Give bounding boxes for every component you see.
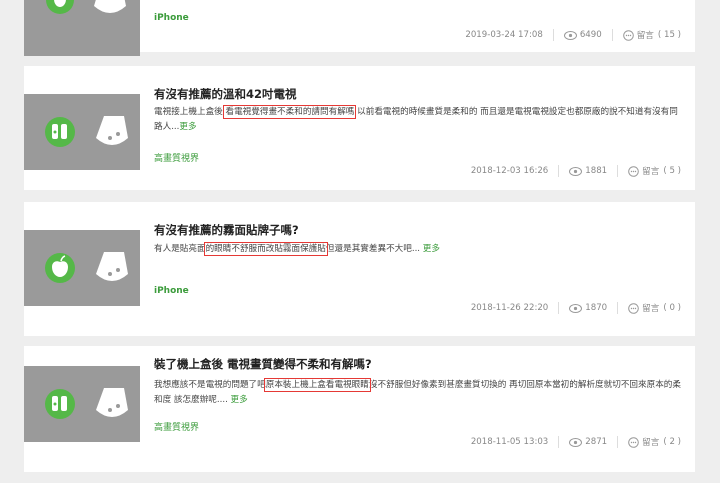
comment-bubble-icon xyxy=(622,29,634,41)
post-meta: 2019-03-24 17:08 6490 留言 ( 15 ) xyxy=(465,29,681,41)
more-link[interactable]: 更多 xyxy=(423,244,440,254)
post-category[interactable]: iPhone xyxy=(154,286,189,296)
display-icon xyxy=(45,116,128,147)
post-thumbnail[interactable] xyxy=(24,230,140,306)
excerpt-text: 但還是其實差異不大吧... xyxy=(325,244,423,254)
post-excerpt: 電視接上機上盒後 看電視覺得畫不柔和的請問有解嗎 以前看電視的時候畫質是柔和的 … xyxy=(154,105,682,135)
apple-icon xyxy=(45,252,128,283)
post-excerpt: 我想應該不是電視的問題了吧原本裝上機上盒看電視眼睛沒不舒服但好像素到甚麼畫質切換… xyxy=(154,378,682,408)
post-thumbnail[interactable] xyxy=(24,94,140,170)
comment-count[interactable]: ( 15 ) xyxy=(658,30,681,40)
comment-count[interactable]: ( 0 ) xyxy=(663,303,681,313)
comment-label[interactable]: 留言 xyxy=(642,436,659,448)
eye-icon xyxy=(569,303,583,313)
post-card[interactable]: 有沒有推薦的霧面貼牌子嗎? 有人是貼亮面的眼睛不舒服而改貼霧面保護貼但還是其實差… xyxy=(24,202,695,336)
comment-bubble-icon xyxy=(628,165,639,177)
post-thumbnail[interactable] xyxy=(24,366,140,442)
divider xyxy=(617,436,619,448)
comment-label[interactable]: 留言 xyxy=(642,302,659,314)
comment-bubble-icon xyxy=(628,436,639,448)
post-date: 2019-03-24 17:08 xyxy=(465,30,543,40)
post-title[interactable]: 有沒有推薦的溫和42吋電視 xyxy=(154,86,297,102)
eye-icon xyxy=(569,166,583,176)
eye-icon xyxy=(563,30,577,40)
post-date: 2018-11-05 13:03 xyxy=(470,437,549,447)
excerpt-text: 電視接上機上盒後 xyxy=(154,107,226,117)
comment-count[interactable]: ( 5 ) xyxy=(663,166,681,176)
apple-icon xyxy=(46,0,126,14)
post-category[interactable]: 高畫質視界 xyxy=(154,151,199,164)
post-card[interactable]: 裝了機上盒後 電視畫質變得不柔和有解嗎? 我想應該不是電視的問題了吧原本裝上機上… xyxy=(24,346,695,472)
excerpt-text: 我想應該不是電視的問題了吧 xyxy=(154,380,266,390)
divider xyxy=(611,29,613,41)
view-count: 1870 xyxy=(585,303,608,313)
eye-icon xyxy=(569,437,583,447)
comment-label[interactable]: 留言 xyxy=(642,165,659,177)
post-category[interactable]: 高畫質視界 xyxy=(154,420,199,433)
post-card[interactable]: 有沒有推薦的溫和42吋電視 電視接上機上盒後 看電視覺得畫不柔和的請問有解嗎 以… xyxy=(24,66,695,190)
highlighted-text: 的眼睛不舒服而改貼霧面保護貼 xyxy=(203,242,328,256)
post-title[interactable]: 有沒有推薦的霧面貼牌子嗎? xyxy=(154,222,299,238)
post-meta: 2018-11-05 13:03 2871 留言 ( 2 ) xyxy=(471,436,681,448)
post-category[interactable]: iPhone xyxy=(154,13,189,23)
divider xyxy=(617,302,619,314)
excerpt-text: 有人是貼亮面 xyxy=(154,244,206,254)
view-count: 6490 xyxy=(579,30,602,40)
comment-count[interactable]: ( 2 ) xyxy=(663,437,681,447)
divider xyxy=(558,436,560,448)
divider xyxy=(552,29,554,41)
post-excerpt: 有人是貼亮面的眼睛不舒服而改貼霧面保護貼但還是其實差異不大吧... 更多 xyxy=(154,242,682,257)
post-thumbnail[interactable] xyxy=(24,0,140,56)
post-date: 2018-11-26 22:20 xyxy=(470,303,549,313)
comment-label[interactable]: 留言 xyxy=(637,29,654,41)
comment-bubble-icon xyxy=(628,302,639,314)
highlighted-text: 原本裝上機上盒看電視眼睛 xyxy=(263,378,371,392)
highlighted-text: 看電視覺得畫不柔和的請問有解嗎 xyxy=(223,105,357,119)
post-title[interactable]: 裝了機上盒後 電視畫質變得不柔和有解嗎? xyxy=(154,356,372,372)
post-meta: 2018-12-03 16:26 1881 留言 ( 5 ) xyxy=(471,165,681,177)
divider xyxy=(617,165,619,177)
post-card[interactable]: iPhone 2019-03-24 17:08 6490 留言 ( 15 ) xyxy=(24,0,695,56)
post-meta: 2018-11-26 22:20 1870 留言 ( 0 ) xyxy=(471,302,681,314)
more-link[interactable]: 更多 xyxy=(179,122,196,132)
divider xyxy=(558,302,560,314)
post-date: 2018-12-03 16:26 xyxy=(470,166,549,176)
display-icon xyxy=(45,388,128,419)
view-count: 2871 xyxy=(585,437,608,447)
divider xyxy=(558,165,560,177)
view-count: 1881 xyxy=(585,166,608,176)
more-link[interactable]: 更多 xyxy=(231,395,248,405)
